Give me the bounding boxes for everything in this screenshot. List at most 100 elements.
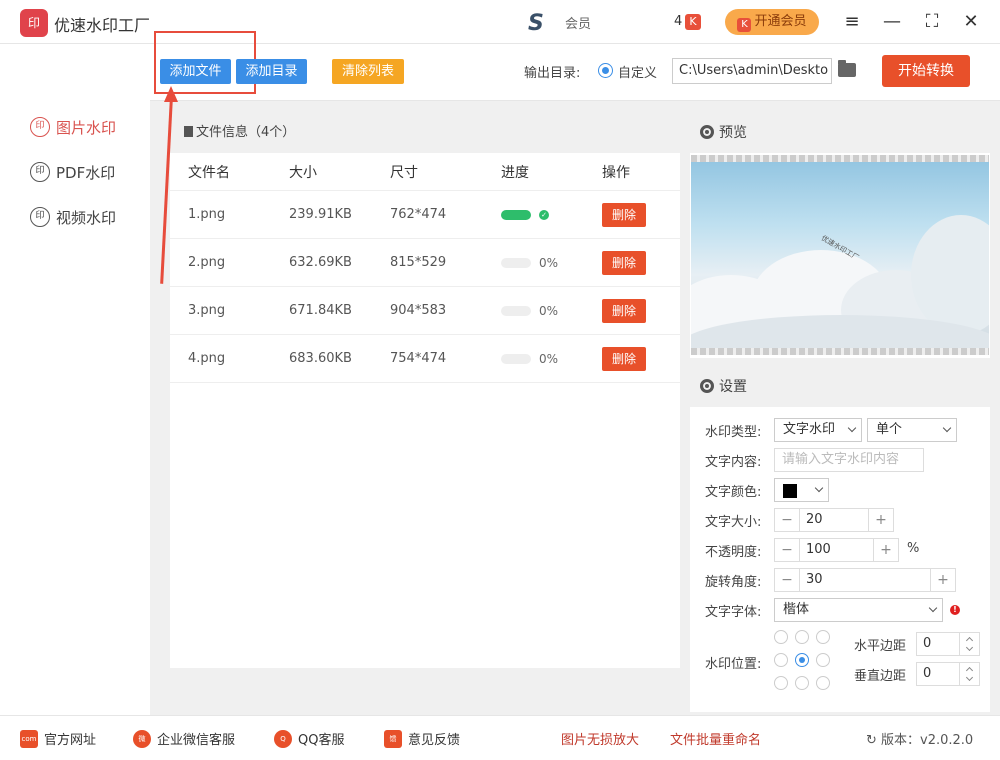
delete-button[interactable]: 删除 [602,202,646,227]
settings-title: 设置 [719,379,747,395]
plus-icon[interactable]: + [869,512,893,528]
delete-button[interactable]: 删除 [602,298,646,323]
watermark-type-select[interactable]: 文字水印 [774,418,862,442]
plus-icon[interactable]: + [931,572,955,588]
horizontal-margin-input[interactable]: 0 [916,632,980,656]
chevron-down-icon [814,483,824,493]
rotate-stepper[interactable]: −30 + [774,568,956,592]
spinner-arrows-icon[interactable] [959,663,979,685]
table-row: 1.png 239.91KB 762*474 ✓ 删除 [170,191,680,239]
member-text: 会员 [565,17,592,32]
vertical-margin-input[interactable]: 0 [916,662,980,686]
progress-percent: 0% [539,351,559,366]
font-select[interactable]: 楷体 [774,598,943,622]
sidebar-item-video-watermark[interactable]: 印视频水印 [30,205,116,229]
stamp-icon: 印 [30,207,50,227]
text-size-value[interactable]: 20 [799,509,869,531]
delete-button[interactable]: 删除 [602,250,646,275]
maximize-icon[interactable]: ⛶ [920,10,944,34]
file-name: 2.png [188,255,226,270]
file-name: 3.png [188,303,226,318]
position-top-right[interactable] [816,630,830,644]
position-bottom-right[interactable] [816,676,830,690]
spinner-arrows-icon[interactable] [959,633,979,655]
annotation-arrow-head [164,86,178,102]
feedback-icon: 馈 [384,729,402,748]
table-header: 文件名 大小 尺寸 进度 操作 [170,153,680,191]
text-content-input[interactable]: 请输入文字水印内容 [774,448,924,472]
progress-bar [501,305,531,316]
file-dims: 762*474 [390,207,447,222]
position-middle-left[interactable] [774,653,788,667]
file-size: 632.69KB [289,255,352,270]
image-enlarge-link[interactable]: 图片无损放大 [561,729,639,748]
minimize-icon[interactable]: — [880,10,904,34]
start-convert-button[interactable]: 开始转换 [882,55,970,87]
minus-icon[interactable]: − [775,542,799,558]
position-middle-center[interactable] [795,653,809,667]
text-color-picker[interactable] [774,478,829,502]
file-name: 1.png [188,207,226,222]
custom-radio[interactable] [598,63,613,78]
text-size-stepper[interactable]: −20 + [774,508,894,532]
progress-bar [501,353,531,364]
column-header: 操作 [602,164,630,181]
position-bottom-left[interactable] [774,676,788,690]
wechat-support-link[interactable]: 微企业微信客服 [133,729,235,748]
sidebar: 印图片水印 印 PDF水印 印视频水印 [0,45,150,715]
film-strip [691,348,989,355]
main-area: 添加文件 添加目录 清除列表 输出目录: 自定义 C:\Users\admin\… [150,31,1000,715]
settings-header: 设置 [690,367,990,407]
toolbar: 添加文件 添加目录 清除列表 输出目录: 自定义 C:\Users\admin\… [150,31,1000,101]
output-dir-label: 输出目录: [524,66,581,81]
position-top-left[interactable] [774,630,788,644]
rotate-label: 旋转角度: [705,575,762,590]
sidebar-item-image-watermark[interactable]: 印图片水印 [30,115,116,139]
text-size-label: 文字大小: [705,515,762,530]
file-info-title: 文件信息（4个） [196,125,296,140]
menu-icon[interactable]: ≡ [840,10,864,34]
qq-support-link[interactable]: Q QQ客服 [274,729,344,748]
preview-title: 预览 [719,125,747,141]
opacity-stepper[interactable]: −100 + [774,538,899,562]
column-header: 尺寸 [390,164,418,181]
sidebar-item-pdf-watermark[interactable]: 印 PDF水印 [30,160,115,184]
file-info-header: 文件信息（4个） [170,113,680,153]
clear-list-button[interactable]: 清除列表 [332,59,404,84]
text-color-label: 文字颜色: [705,485,762,500]
custom-radio-label: 自定义 [618,66,658,81]
vertical-margin-value: 0 [923,666,932,681]
progress-bar [501,209,531,220]
sidebar-item-label: 图片水印 [56,118,117,137]
opacity-value[interactable]: 100 [799,539,874,561]
output-path-input[interactable]: C:\Users\admin\Deskto [672,58,832,84]
position-middle-right[interactable] [816,653,830,667]
column-header: 大小 [289,164,317,181]
watermark-mode-select[interactable]: 单个 [867,418,957,442]
position-bottom-center[interactable] [795,676,809,690]
watermark-type-label: 水印类型: [705,425,762,440]
app-title: 优速水印工厂 [54,16,151,35]
file-dims: 815*529 [390,255,447,270]
watermark-type-value: 文字水印 [783,422,836,437]
website-link[interactable]: com 官方网址 [20,729,96,748]
feedback-link[interactable]: 馈意见反馈 [384,729,460,748]
refresh-icon[interactable]: ↻ [866,733,881,748]
add-file-button[interactable]: 添加文件 [160,59,231,84]
position-top-center[interactable] [795,630,809,644]
close-icon[interactable]: ✕ [959,10,983,34]
folder-icon[interactable] [838,60,856,77]
minus-icon[interactable]: − [775,572,799,588]
table-row: 4.png 683.60KB 754*474 0% 删除 [170,335,680,383]
stamp-icon: 印 [30,162,50,182]
add-directory-button[interactable]: 添加目录 [236,59,307,84]
rotate-value[interactable]: 30 [799,569,931,591]
batch-rename-link[interactable]: 文件批量重命名 [670,729,761,748]
wechat-label: 企业微信客服 [157,733,236,748]
vip-button[interactable]: K 开通会员 [725,9,819,35]
minus-icon[interactable]: − [775,512,799,528]
settings-panel: 设置 水印类型: 文字水印 单个 文字内容: 请输入文字水印内容 文字颜色: 文… [690,367,990,712]
plus-icon[interactable]: + [874,542,898,558]
preview-header: 预览 [690,113,990,153]
delete-button[interactable]: 删除 [602,346,646,371]
